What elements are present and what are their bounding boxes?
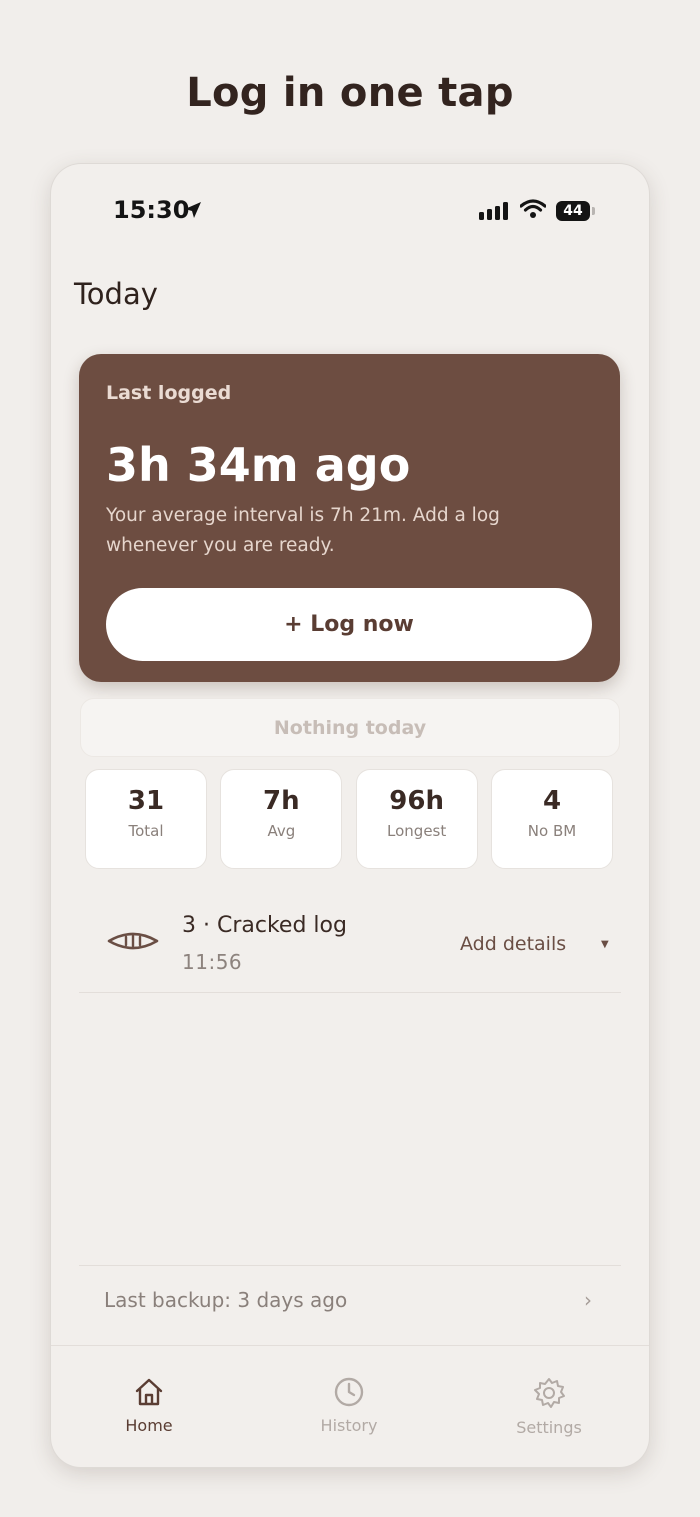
phone-frame: 15:30 44 Today Last logged 3h 34m ago Yo… bbox=[51, 164, 649, 1467]
add-details-button[interactable]: Add details bbox=[460, 933, 566, 955]
log-now-button[interactable]: + Log now bbox=[106, 588, 592, 661]
stat-value: 4 bbox=[542, 786, 562, 816]
cellular-signal-icon bbox=[479, 202, 508, 220]
stat-label: Total bbox=[128, 822, 164, 840]
wifi-icon bbox=[520, 199, 546, 218]
stat-no-bm: 4 No BM bbox=[490, 769, 613, 869]
last-logged-card: Last logged 3h 34m ago Your average inte… bbox=[79, 354, 620, 682]
tab-bar: Home History Settings bbox=[51, 1345, 649, 1467]
stat-total: 31 Total bbox=[85, 769, 207, 869]
clock-icon bbox=[334, 1377, 364, 1407]
promo-headline: Log in one tap bbox=[186, 70, 514, 116]
tab-label: History bbox=[320, 1416, 378, 1435]
backup-status-text: Last backup: 3 days ago bbox=[104, 1288, 348, 1312]
stat-label: No BM bbox=[527, 822, 577, 840]
status-time: 15:30 bbox=[113, 196, 190, 224]
stat-label: Avg bbox=[267, 822, 296, 840]
chevron-right-icon: › bbox=[584, 1288, 592, 1312]
gear-icon bbox=[534, 1378, 565, 1408]
average-interval-text: Your average interval is 7h 21m. Add a l… bbox=[106, 505, 500, 556]
stats-row: 31 Total 7h Avg 96h Longest 4 No BM bbox=[85, 769, 613, 869]
stat-label: Longest bbox=[387, 822, 447, 840]
cracked-log-icon bbox=[107, 932, 159, 950]
battery-tip bbox=[592, 207, 595, 215]
nothing-today-banner: Nothing today bbox=[80, 698, 620, 757]
stat-value: 96h bbox=[389, 786, 444, 816]
caret-down-icon[interactable]: ▼ bbox=[601, 939, 609, 950]
location-arrow-icon bbox=[185, 202, 201, 218]
battery-indicator: 44 bbox=[556, 201, 590, 221]
log-entry-row[interactable]: 3 · Cracked log 11:56 Add details ▼ bbox=[79, 899, 621, 993]
stat-value: 31 bbox=[127, 786, 165, 816]
backup-row[interactable]: Last backup: 3 days ago › bbox=[79, 1265, 621, 1336]
tab-label: Settings bbox=[516, 1418, 582, 1437]
last-logged-value: 3h 34m ago bbox=[106, 438, 411, 492]
entry-time: 11:56 bbox=[182, 950, 243, 974]
page-title: Today bbox=[74, 277, 158, 311]
tab-home[interactable]: Home bbox=[79, 1376, 219, 1435]
tab-history[interactable]: History bbox=[279, 1376, 419, 1435]
stat-longest: 96h Longest bbox=[355, 769, 478, 869]
tab-label: Home bbox=[125, 1416, 173, 1435]
home-icon bbox=[135, 1378, 163, 1406]
entry-title: 3 · Cracked log bbox=[182, 913, 347, 938]
stat-avg: 7h Avg bbox=[220, 769, 343, 869]
stat-value: 7h bbox=[263, 786, 300, 816]
last-logged-label: Last logged bbox=[106, 382, 232, 404]
tab-settings[interactable]: Settings bbox=[479, 1376, 619, 1437]
